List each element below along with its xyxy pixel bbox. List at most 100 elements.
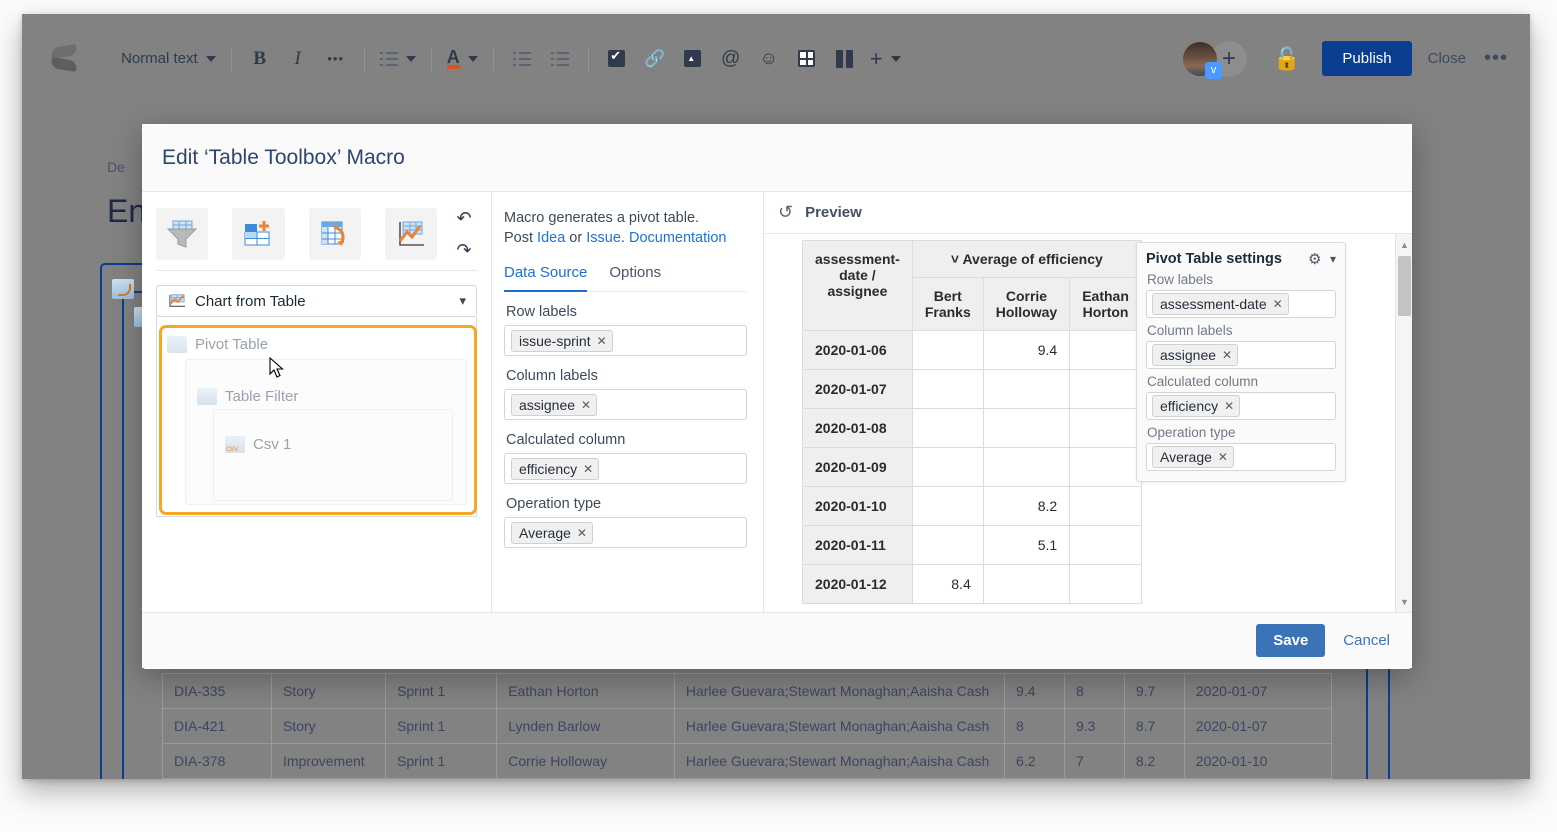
editor-overflow-button[interactable]: •••: [1484, 47, 1508, 70]
row-labels-label: Row labels: [506, 304, 577, 320]
cell: Harlee Guevara;Stewart Monaghan;Aaisha C…: [673, 673, 1006, 709]
chip-remove-icon[interactable]: ✕: [581, 398, 591, 412]
breadcrumb[interactable]: De: [107, 159, 125, 175]
operation-type-field[interactable]: Average ✕: [504, 517, 747, 548]
pivot-cell: [1069, 369, 1142, 409]
refresh-icon[interactable]: ↺: [778, 202, 793, 223]
cancel-button[interactable]: Cancel: [1343, 632, 1390, 649]
preview-scrollbar[interactable]: ▲ ▼: [1395, 234, 1412, 612]
layout-button[interactable]: [830, 44, 860, 74]
chip-assignee[interactable]: assignee ✕: [1152, 344, 1239, 366]
chip-remove-icon[interactable]: ✕: [583, 462, 593, 476]
align-dropdown[interactable]: [374, 43, 422, 75]
edit-macro-dialog: Edit ‘Table Toolbox’ Macro ↶ ↷ Chart fro…: [142, 124, 1412, 669]
chevron-down-icon[interactable]: ˅: [951, 251, 959, 267]
sc-column-labels-field[interactable]: assignee ✕: [1146, 341, 1336, 369]
cell: Improvement: [270, 743, 387, 779]
restrictions-unlock-icon[interactable]: 🔓: [1273, 46, 1300, 72]
pivot-corner-header: assessment-date / assignee: [802, 240, 913, 331]
bullet-list-button[interactable]: [507, 44, 537, 74]
table-row: 2020-01-06 9.4: [802, 330, 1142, 370]
scroll-down-arrow-icon[interactable]: ▼: [1396, 593, 1413, 610]
close-button[interactable]: Close: [1428, 50, 1466, 67]
chip-remove-icon[interactable]: ✕: [1218, 450, 1228, 464]
emoji-button[interactable]: ☺: [754, 44, 784, 74]
chip-average[interactable]: Average ✕: [511, 521, 593, 544]
macro-structure-pane: ↶ ↷ Chart from Table ▾ Pivot Table Table…: [142, 192, 492, 612]
preview-label: Preview: [805, 204, 862, 221]
macro-tree-item-csv[interactable]: Csv 1: [225, 429, 291, 459]
undo-button[interactable]: ↶: [451, 207, 477, 229]
scroll-up-arrow-icon[interactable]: ▲: [1396, 236, 1413, 253]
text-style-dropdown[interactable]: Normal text: [115, 43, 222, 75]
pivot-cell: [911, 525, 984, 565]
sc-calculated-column-field[interactable]: efficiency ✕: [1146, 392, 1336, 420]
toolbar-divider: [492, 46, 494, 71]
task-button[interactable]: [602, 44, 632, 74]
chip-issue-sprint[interactable]: issue-sprint ✕: [511, 329, 613, 352]
macro-source-select[interactable]: Chart from Table ▾: [156, 285, 477, 317]
insert-dropdown[interactable]: +: [864, 43, 907, 75]
sc-calculated-column-label: Calculated column: [1147, 374, 1259, 389]
cell: 2020-01-10: [1183, 743, 1333, 779]
macro-tree-item-pivot-table[interactable]: Pivot Table: [167, 329, 268, 359]
save-button[interactable]: Save: [1256, 624, 1326, 657]
cell: 8: [1004, 708, 1065, 744]
chip-remove-icon[interactable]: ✕: [1273, 297, 1283, 311]
redo-button[interactable]: ↷: [451, 239, 477, 261]
more-formatting-button[interactable]: •••: [321, 44, 351, 74]
publish-button[interactable]: Publish: [1322, 41, 1412, 76]
mention-button[interactable]: @: [716, 44, 746, 74]
bold-button[interactable]: B: [245, 44, 275, 74]
chip-assessment-date[interactable]: assessment-date ✕: [1152, 293, 1289, 315]
chip-remove-icon[interactable]: ✕: [577, 526, 587, 540]
chip-efficiency[interactable]: efficiency ✕: [1152, 395, 1241, 417]
sc-operation-type-field[interactable]: Average ✕: [1146, 443, 1336, 471]
avatar[interactable]: v: [1183, 41, 1223, 79]
emoji-icon: ☺: [759, 48, 778, 68]
chevron-down-icon[interactable]: ▾: [1330, 252, 1336, 266]
table-row: 2020-01-10 8.2: [802, 486, 1142, 526]
gear-icon[interactable]: ⚙: [1308, 252, 1323, 267]
chip-remove-icon[interactable]: ✕: [597, 334, 607, 348]
numbered-list-icon: [551, 51, 569, 66]
scrollbar-thumb[interactable]: [1398, 256, 1411, 316]
row-labels-field[interactable]: issue-sprint ✕: [504, 325, 747, 356]
sc-row-labels-field[interactable]: assessment-date ✕: [1146, 290, 1336, 318]
numbered-list-button[interactable]: [545, 44, 575, 74]
text-color-dropdown[interactable]: A: [441, 43, 484, 75]
issue-link[interactable]: Issue: [586, 230, 621, 246]
link-button[interactable]: 🔗: [640, 44, 670, 74]
chip-label: efficiency: [519, 460, 578, 477]
chart-from-table-toolbar-button[interactable]: [384, 208, 437, 260]
documentation-link[interactable]: Documentation: [629, 230, 727, 246]
table-filter-toolbar-button[interactable]: [156, 208, 209, 260]
column-labels-field[interactable]: assignee ✕: [504, 389, 747, 420]
image-button[interactable]: [678, 44, 708, 74]
tab-options[interactable]: Options: [609, 264, 661, 292]
chip-remove-icon[interactable]: ✕: [1224, 399, 1234, 413]
chip-average[interactable]: Average ✕: [1152, 446, 1234, 468]
undo-redo-group: ↶ ↷: [451, 207, 477, 261]
table-transformer-toolbar-button[interactable]: [232, 208, 285, 260]
pivot-table-toolbar-button[interactable]: [308, 208, 361, 260]
calculated-column-field[interactable]: efficiency ✕: [504, 453, 747, 484]
tab-data-source[interactable]: Data Source: [504, 264, 588, 292]
macro-tree-item-table-filter[interactable]: Table Filter: [197, 381, 298, 411]
pivot-cell: [911, 486, 984, 526]
toolbar-divider: [156, 270, 477, 271]
mouse-cursor-icon: [269, 357, 284, 378]
chip-remove-icon[interactable]: ✕: [1222, 348, 1232, 362]
pivot-cell: [911, 369, 984, 409]
chip-assignee[interactable]: assignee ✕: [511, 393, 598, 416]
italic-button[interactable]: I: [283, 44, 313, 74]
link-icon: 🔗: [644, 48, 666, 68]
cell: Sprint 1: [385, 708, 498, 744]
avatar-badge: v: [1205, 61, 1223, 79]
chip-efficiency[interactable]: efficiency ✕: [511, 457, 600, 480]
table-button[interactable]: [792, 44, 822, 74]
table-row: 2020-01-07: [802, 369, 1142, 409]
operation-type-label: Operation type: [506, 496, 602, 512]
idea-link[interactable]: Idea: [537, 230, 565, 246]
macro-tree-item-label: Table Filter: [225, 387, 299, 405]
